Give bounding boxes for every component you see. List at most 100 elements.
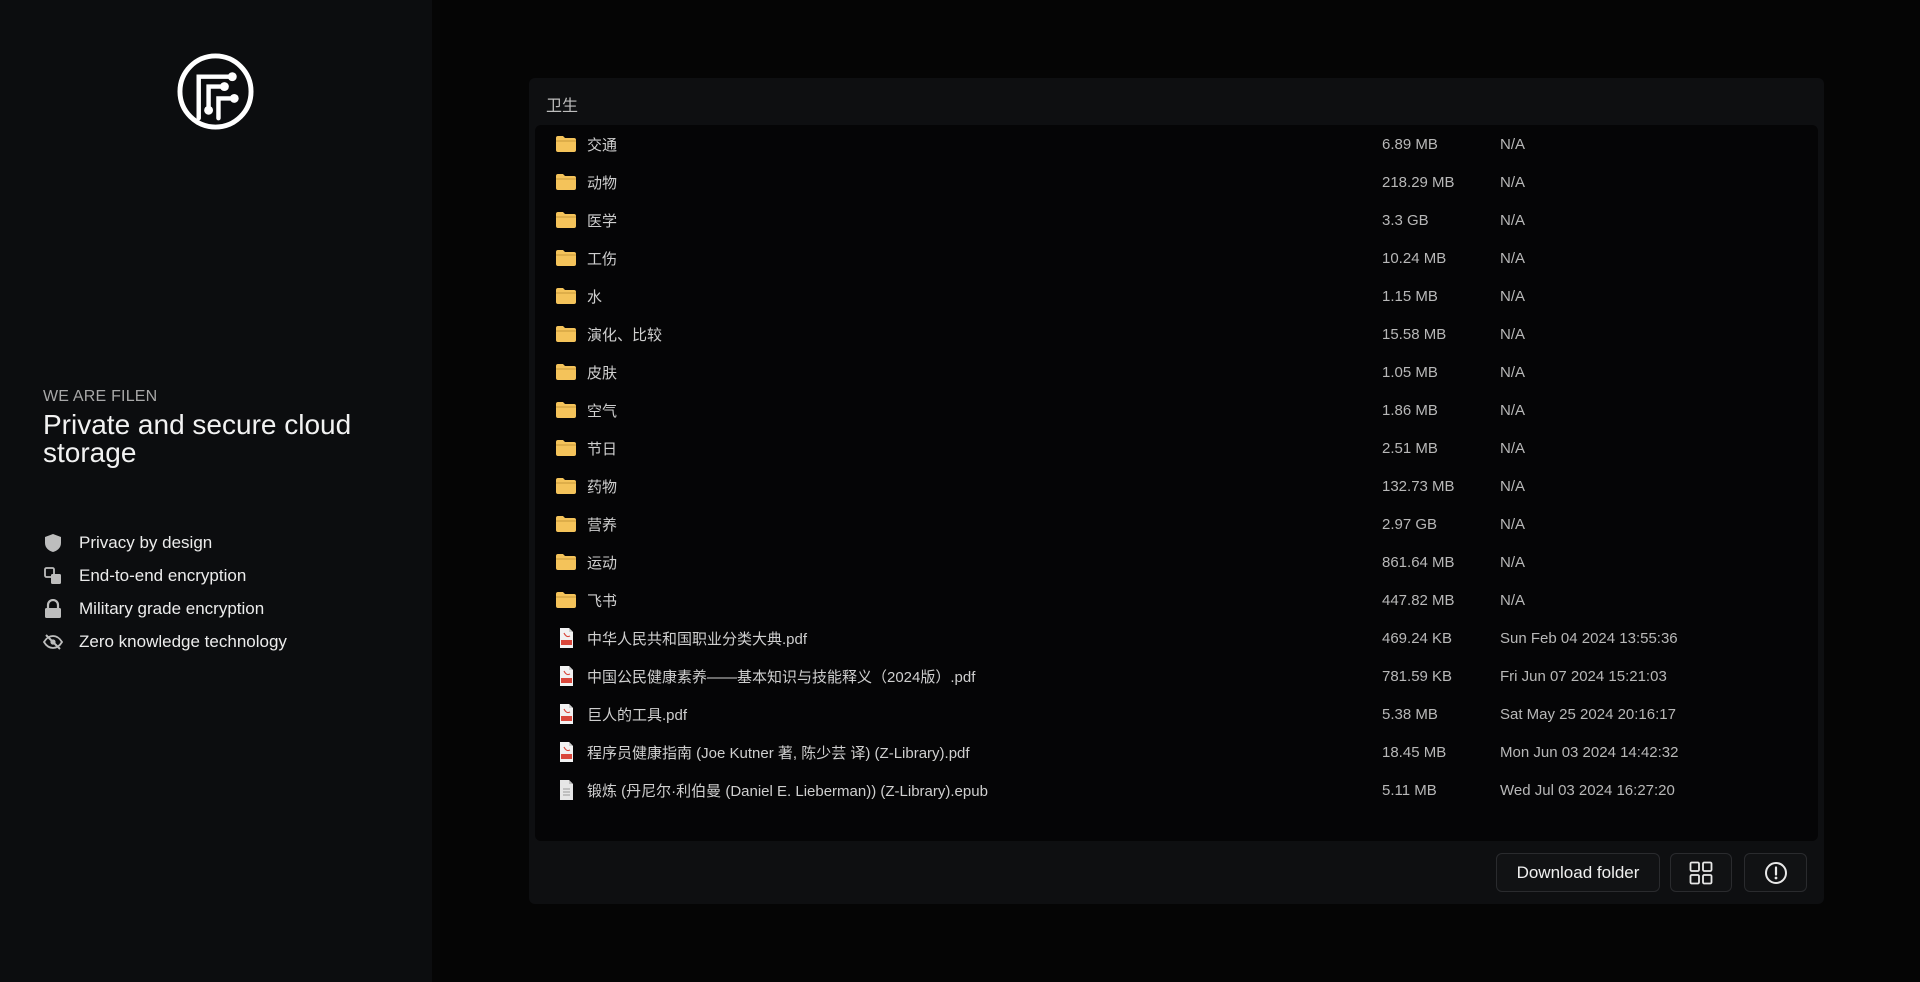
item-size: 2.51 MB <box>1382 439 1438 457</box>
list-item[interactable]: 交通 6.89 MB N/A <box>535 125 1818 163</box>
folder-icon <box>555 552 577 572</box>
feature-label: Zero knowledge technology <box>79 631 287 651</box>
list-item[interactable]: 程序员健康指南 (Joe Kutner 著, 陈少芸 译) (Z-Library… <box>535 733 1818 771</box>
list-item[interactable]: 工伤 10.24 MB N/A <box>535 239 1818 277</box>
list-item[interactable]: 医学 3.3 GB N/A <box>535 201 1818 239</box>
item-date: Fri Jun 07 2024 15:21:03 <box>1500 667 1667 685</box>
item-date: Wed Jul 03 2024 16:27:20 <box>1500 781 1675 799</box>
list-item[interactable]: 飞书 447.82 MB N/A <box>535 581 1818 619</box>
folder-icon <box>555 248 577 268</box>
feature-label: End-to-end encryption <box>79 565 247 585</box>
item-date: N/A <box>1500 591 1526 609</box>
item-size: 132.73 MB <box>1382 477 1455 495</box>
item-name: 中国公民健康素养——基本知识与技能释义（2024版）.pdf <box>587 668 976 686</box>
folder-icon <box>555 286 577 306</box>
item-name: 巨人的工具.pdf <box>587 706 688 724</box>
list-item[interactable]: 巨人的工具.pdf 5.38 MB Sat May 25 2024 20:16:17 <box>535 695 1818 733</box>
item-size: 15.58 MB <box>1382 325 1447 343</box>
folder-icon <box>555 438 577 458</box>
list-item[interactable]: 空气 1.86 MB N/A <box>535 391 1818 429</box>
item-date: N/A <box>1500 401 1526 419</box>
item-date: Mon Jun 03 2024 14:42:32 <box>1500 743 1679 761</box>
item-name: 中华人民共和国职业分类大典.pdf <box>587 630 808 648</box>
item-size: 1.05 MB <box>1382 363 1438 381</box>
item-date: N/A <box>1500 325 1526 343</box>
item-size: 5.11 MB <box>1382 781 1437 799</box>
folder-icon <box>555 324 577 344</box>
item-name: 程序员健康指南 (Joe Kutner 著, 陈少芸 译) (Z-Library… <box>587 744 970 762</box>
folder-icon <box>555 514 577 534</box>
folder-title: 卫生 <box>546 98 579 115</box>
item-name: 医学 <box>587 212 618 230</box>
list-item[interactable]: 中华人民共和国职业分类大典.pdf 469.24 KB Sun Feb 04 202… <box>535 619 1818 657</box>
item-name: 皮肤 <box>587 364 618 382</box>
list-item[interactable]: 营养 2.97 GB N/A <box>535 505 1818 543</box>
pdf-file-icon <box>555 742 577 762</box>
folder-icon <box>555 362 577 382</box>
item-name: 运动 <box>587 554 618 572</box>
item-size: 218.29 MB <box>1382 173 1455 191</box>
item-name: 空气 <box>587 402 618 420</box>
item-name: 锻炼 (丹尼尔·利伯曼 (Daniel E. Lieberman)) (Z-Li… <box>587 782 988 800</box>
item-size: 2.97 GB <box>1382 515 1438 533</box>
item-date: N/A <box>1500 173 1526 191</box>
list-item[interactable]: 节日 2.51 MB N/A <box>535 429 1818 467</box>
file-icon <box>555 780 577 800</box>
pdf-file-icon <box>555 628 577 648</box>
item-date: N/A <box>1500 477 1526 495</box>
list-item[interactable]: 演化、比较 15.58 MB N/A <box>535 315 1818 353</box>
shield-icon <box>43 533 63 553</box>
feature-list: Privacy by design End-to-end encryption … <box>43 526 287 658</box>
folder-icon <box>555 210 577 230</box>
item-size: 1.15 MB <box>1382 287 1438 305</box>
folder-icon <box>555 134 577 154</box>
item-date: N/A <box>1500 439 1526 457</box>
grid-view-icon <box>1689 861 1713 884</box>
folder-icon <box>555 172 577 192</box>
folder-icon <box>555 400 577 420</box>
folder-panel: 卫生 交通 6.89 MB N/A 动物 218.29 MB N/A 医学 3.3 GB N/A… <box>529 78 1824 904</box>
list-item[interactable]: 药物 132.73 MB N/A <box>535 467 1818 505</box>
feature-privacy: Privacy by design <box>43 526 287 559</box>
file-list: 交通 6.89 MB N/A 动物 218.29 MB N/A 医学 3.3 GB N/A 工伤 1… <box>535 125 1818 841</box>
item-date: N/A <box>1500 515 1526 533</box>
item-date: Sun Feb 04 2024 13:55:36 <box>1500 629 1678 647</box>
filen-logo-icon <box>177 53 254 130</box>
item-size: 469.24 KB <box>1382 629 1453 647</box>
lock-icon <box>43 598 63 619</box>
item-date: N/A <box>1500 249 1526 267</box>
feature-label: Military grade encryption <box>79 598 265 618</box>
item-date: N/A <box>1500 135 1526 153</box>
item-size: 5.38 MB <box>1382 705 1438 723</box>
info-button[interactable] <box>1744 853 1807 892</box>
item-size: 861.64 MB <box>1382 553 1455 571</box>
item-name: 营养 <box>587 516 618 534</box>
pdf-file-icon <box>555 666 577 686</box>
download-folder-button[interactable]: Download folder <box>1496 853 1660 892</box>
feature-military: Military grade encryption <box>43 592 287 625</box>
item-date: N/A <box>1500 363 1526 381</box>
item-name: 节日 <box>587 440 618 458</box>
item-name: 水 <box>587 288 603 306</box>
item-size: 781.59 KB <box>1382 667 1453 685</box>
list-item[interactable]: 运动 861.64 MB N/A <box>535 543 1818 581</box>
list-item[interactable]: 水 1.15 MB N/A <box>535 277 1818 315</box>
item-name: 演化、比较 <box>587 326 663 344</box>
item-size: 1.86 MB <box>1382 401 1438 419</box>
list-item[interactable]: 皮肤 1.05 MB N/A <box>535 353 1818 391</box>
info-circle-icon <box>1764 861 1787 884</box>
item-name: 药物 <box>587 478 618 496</box>
item-size: 3.3 GB <box>1382 211 1429 229</box>
sidebar: WE ARE FILEN Private and secure cloud st… <box>0 0 432 982</box>
list-item[interactable]: 动物 218.29 MB N/A <box>535 163 1818 201</box>
item-size: 10.24 MB <box>1382 249 1447 267</box>
headline: Private and secure cloud storage <box>43 409 352 468</box>
grid-view-button[interactable] <box>1670 853 1732 892</box>
pdf-file-icon <box>555 704 577 724</box>
feature-label: Privacy by design <box>79 532 213 552</box>
list-item[interactable]: 中国公民健康素养——基本知识与技能释义（2024版）.pdf 781.59 KB F… <box>535 657 1818 695</box>
list-item[interactable]: 锻炼 (丹尼尔·利伯曼 (Daniel E. Lieberman)) (Z-Li… <box>535 771 1818 809</box>
item-name: 飞书 <box>587 592 618 610</box>
eye-off-icon <box>43 632 63 652</box>
item-name: 交通 <box>587 136 618 154</box>
